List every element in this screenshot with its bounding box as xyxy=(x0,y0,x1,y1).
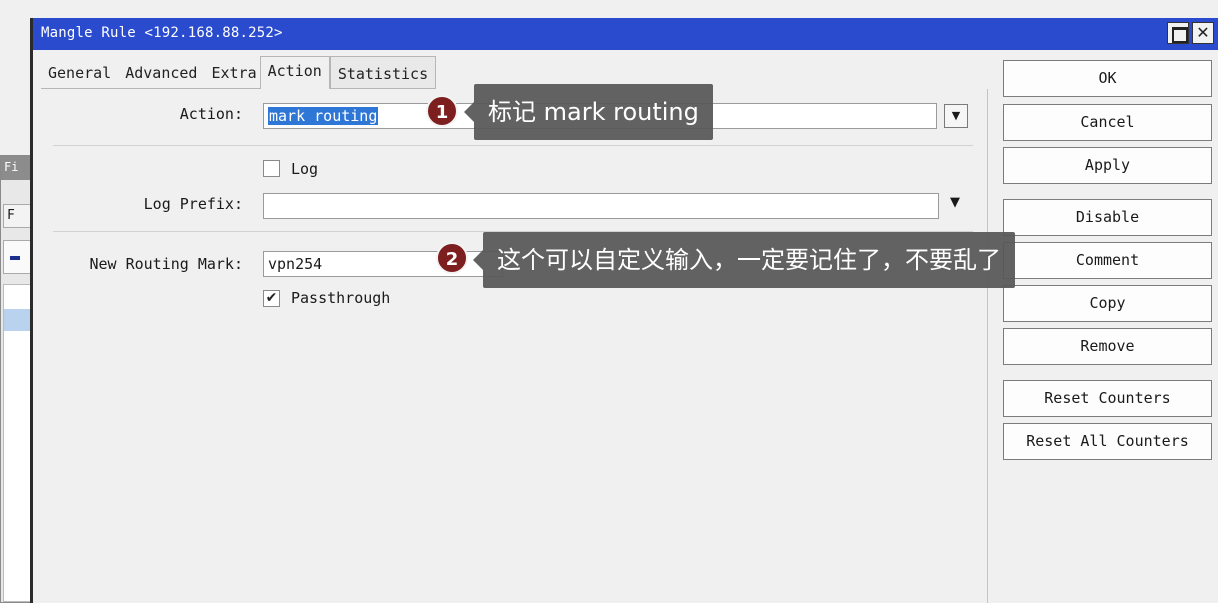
callout-2: 这个可以自定义输入，一定要记住了，不要乱了 xyxy=(473,232,1015,288)
log-prefix-label: Log Prefix: xyxy=(143,195,243,213)
tab-general[interactable]: General xyxy=(41,56,119,89)
dialog-title-bar[interactable]: Mangle Rule <192.168.88.252> ✕ xyxy=(33,18,1218,50)
separator xyxy=(53,145,973,146)
close-icon[interactable]: ✕ xyxy=(1192,22,1214,44)
maximize-icon[interactable] xyxy=(1167,22,1189,44)
tab-action[interactable]: Action xyxy=(259,56,330,89)
action-form: Action: mark routing ▼ Log Log Prefix: ▼… xyxy=(43,89,988,603)
tab-advanced[interactable]: Advanced xyxy=(118,56,205,89)
callout-2-badge: 2 xyxy=(436,242,468,274)
reset-all-counters-button[interactable]: Reset All Counters xyxy=(1003,423,1212,460)
reset-counters-button[interactable]: Reset Counters xyxy=(1003,380,1212,417)
routing-mark-label: New Routing Mark: xyxy=(89,255,243,273)
tab-extra[interactable]: Extra xyxy=(204,56,260,89)
tab-statistics[interactable]: Statistics xyxy=(329,56,437,89)
callout-1: 标记 mark routing xyxy=(464,84,713,140)
passthrough-label: Passthrough xyxy=(291,289,391,307)
passthrough-checkbox[interactable]: ✔ xyxy=(263,290,280,307)
action-label: Action: xyxy=(179,105,243,123)
disable-button[interactable]: Disable xyxy=(1003,199,1212,236)
action-value: mark routing xyxy=(268,107,379,125)
apply-button[interactable]: Apply xyxy=(1003,147,1212,184)
ok-button[interactable]: OK xyxy=(1003,60,1212,97)
log-label: Log xyxy=(291,160,319,178)
remove-button[interactable]: Remove xyxy=(1003,328,1212,365)
log-prefix-input[interactable] xyxy=(263,193,939,219)
chevron-down-icon[interactable]: ▼ xyxy=(950,195,960,210)
tab-bar: General Advanced Extra Action Statistics xyxy=(41,56,437,89)
callout-1-badge: 1 xyxy=(426,95,458,127)
log-checkbox[interactable] xyxy=(263,160,280,177)
cancel-button[interactable]: Cancel xyxy=(1003,104,1212,141)
dialog-title: Mangle Rule <192.168.88.252> xyxy=(41,25,283,41)
dropdown-arrow-icon[interactable]: ▼ xyxy=(944,104,968,128)
comment-button[interactable]: Comment xyxy=(1003,242,1212,279)
copy-button[interactable]: Copy xyxy=(1003,285,1212,322)
checkmark-icon: ✔ xyxy=(265,290,278,306)
